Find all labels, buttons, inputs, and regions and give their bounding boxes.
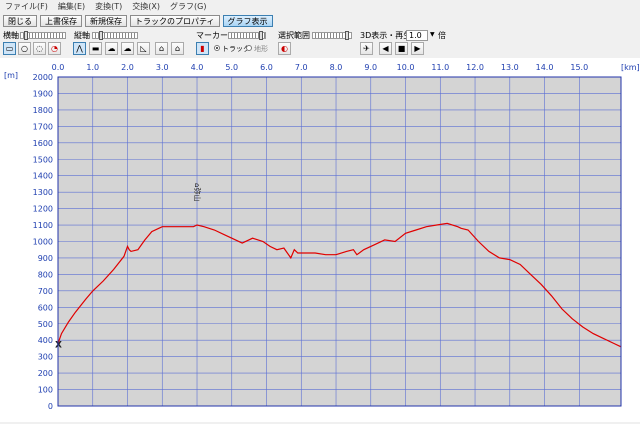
vertical-axis-slider[interactable] xyxy=(92,31,138,40)
radio-terrain-label: 地形 xyxy=(254,45,268,53)
icon-toolbar: ▭ ○ ◌ ◔ ⋀ ▬ ☁ ☁ ◺ ⌂ ⌂ ▮ トラック 地形 ◐ ✈ ◀ ■ … xyxy=(0,42,640,56)
x-tick-label: 0.0 xyxy=(52,63,65,72)
y-tick-label: 1000 xyxy=(33,238,53,247)
x-axis-labels: 0.0 1.0 2.0 3.0 4.0 5.0 6.0 7.0 8.0 9.0 10.0 11.0 12… xyxy=(52,63,589,72)
y-tick-label: 1300 xyxy=(33,188,53,197)
3d-view-icon[interactable]: ✈ xyxy=(360,42,373,55)
horizontal-axis-label: 横軸 xyxy=(3,31,19,40)
y-tick-label: 1400 xyxy=(33,172,53,181)
selection-marker-icon[interactable]: ◐ xyxy=(278,42,291,55)
x-tick-label: 6.0 xyxy=(260,63,273,72)
marker-bookmark-icon[interactable]: ▮ xyxy=(196,42,209,55)
y-tick-label: 400 xyxy=(38,336,53,345)
menu-convert[interactable]: 変換(T) xyxy=(90,1,127,12)
triangle-ruler-icon[interactable]: ◺ xyxy=(137,42,150,55)
circle-pointer-icon[interactable]: ◌ xyxy=(33,42,46,55)
circle-icon[interactable]: ○ xyxy=(18,42,31,55)
track-properties-button[interactable]: トラックのプロパティ xyxy=(130,15,220,27)
display-3d-label: 3D表示・再生 xyxy=(360,31,412,40)
x-tick-label: 4.0 xyxy=(191,63,204,72)
slider-thumb[interactable] xyxy=(345,31,349,40)
x-tick-label: 9.0 xyxy=(364,63,377,72)
graph-display-button[interactable]: グラフ表示 xyxy=(222,15,273,27)
marker-label: マーカー xyxy=(196,31,228,40)
y-axis-labels: 0 100 200 300 400 500 600 700 800 900 1000 1100 1200… xyxy=(33,73,53,411)
y-tick-label: 500 xyxy=(38,320,53,329)
y-tick-label: 800 xyxy=(38,270,53,279)
x-tick-label: 5.0 xyxy=(225,63,238,72)
horizontal-axis-slider[interactable] xyxy=(20,31,66,40)
elevation-chart: 0.0 1.0 2.0 3.0 4.0 5.0 6.0 7.0 8.0 9.0 10.0 11.0 12… xyxy=(4,63,640,411)
y-tick-label: 1900 xyxy=(33,89,53,98)
x-tick-label: 2.0 xyxy=(121,63,134,72)
x-tick-label: 13.0 xyxy=(501,63,519,72)
color-wheel-icon[interactable]: ◔ xyxy=(48,42,61,55)
play-icon[interactable]: ▶ xyxy=(411,42,424,55)
horizontal-fit-icon[interactable]: ▭ xyxy=(3,42,16,55)
glove-outline-icon[interactable]: ⌂ xyxy=(171,42,184,55)
y-tick-label: 1200 xyxy=(33,205,53,214)
y-tick-label: 900 xyxy=(38,254,53,263)
speed-unit-label: 倍 xyxy=(438,31,446,40)
speed-value: 1.0 xyxy=(409,31,422,40)
x-tick-label: 11.0 xyxy=(431,63,449,72)
x-tick-label: 8.0 xyxy=(330,63,343,72)
x-tick-label: 7.0 xyxy=(295,63,308,72)
glove-icon[interactable]: ⌂ xyxy=(155,42,168,55)
slider-thumb[interactable] xyxy=(259,31,263,40)
y-tick-label: 0 xyxy=(48,402,53,411)
y-axis-unit: [m] xyxy=(4,71,18,80)
cloud-icon[interactable]: ☁ xyxy=(105,42,118,55)
cloud-outline-icon[interactable]: ☁ xyxy=(121,42,134,55)
y-tick-label: 1500 xyxy=(33,155,53,164)
main-toolbar: 閉じる 上書保存 新規保存 トラックのプロパティ グラフ表示 xyxy=(0,14,640,28)
x-tick-label: 1.0 xyxy=(86,63,99,72)
x-tick-label: 15.0 xyxy=(570,63,588,72)
y-tick-label: 1100 xyxy=(33,221,53,230)
radio-terrain[interactable] xyxy=(246,45,252,51)
chevron-down-icon[interactable]: ▼ xyxy=(430,31,435,38)
menu-bar: ファイル(F) 編集(E) 変換(T) 交換(X) グラフ(G) xyxy=(0,0,640,13)
overwrite-save-button[interactable]: 上書保存 xyxy=(40,15,82,27)
y-tick-label: 200 xyxy=(38,369,53,378)
summit-marker-label: ⌂弥山 xyxy=(193,183,202,201)
x-tick-label: 10.0 xyxy=(397,63,415,72)
close-button[interactable]: 閉じる xyxy=(3,15,37,27)
y-tick-label: 1600 xyxy=(33,139,53,148)
vertical-axis-label: 縦軸 xyxy=(74,31,90,40)
speed-select[interactable]: 1.0 xyxy=(406,30,428,41)
x-tick-label: 3.0 xyxy=(156,63,169,72)
control-row: 横軸 縦軸 マーカー 選択範囲 3D表示・再生 1.0 ▼ 倍 xyxy=(0,29,640,43)
selection-range-label: 選択範囲 xyxy=(278,31,310,40)
marker-slider[interactable] xyxy=(228,31,266,40)
stop-icon[interactable]: ■ xyxy=(395,42,408,55)
x-tick-label: 14.0 xyxy=(536,63,554,72)
play-back-icon[interactable]: ◀ xyxy=(379,42,392,55)
graph-area[interactable]: 0.0 1.0 2.0 3.0 4.0 5.0 6.0 7.0 8.0 9.0 10.0 11.0 12… xyxy=(0,58,640,422)
y-tick-label: 100 xyxy=(38,386,53,395)
new-save-button[interactable]: 新規保存 xyxy=(85,15,127,27)
y-tick-label: 700 xyxy=(38,287,53,296)
y-tick-label: 300 xyxy=(38,353,53,362)
y-tick-label: 2000 xyxy=(33,73,53,82)
y-tick-label: 1700 xyxy=(33,122,53,131)
y-tick-label: 1800 xyxy=(33,106,53,115)
y-tick-label: 600 xyxy=(38,303,53,312)
slider-thumb[interactable] xyxy=(99,31,103,40)
selection-range-slider[interactable] xyxy=(312,31,352,40)
grid-lines xyxy=(57,76,621,407)
radio-track[interactable] xyxy=(214,45,220,51)
menu-graph[interactable]: グラフ(G) xyxy=(165,1,211,12)
profile-graph-icon[interactable]: ⋀ xyxy=(73,42,86,55)
x-axis-unit: [km] xyxy=(621,63,640,72)
menu-file[interactable]: ファイル(F) xyxy=(0,1,53,12)
x-tick-label: 12.0 xyxy=(466,63,484,72)
menu-edit[interactable]: 編集(E) xyxy=(53,1,90,12)
flat-line-icon[interactable]: ▬ xyxy=(89,42,102,55)
slider-thumb[interactable] xyxy=(24,31,28,40)
menu-exchange[interactable]: 交換(X) xyxy=(127,1,165,12)
